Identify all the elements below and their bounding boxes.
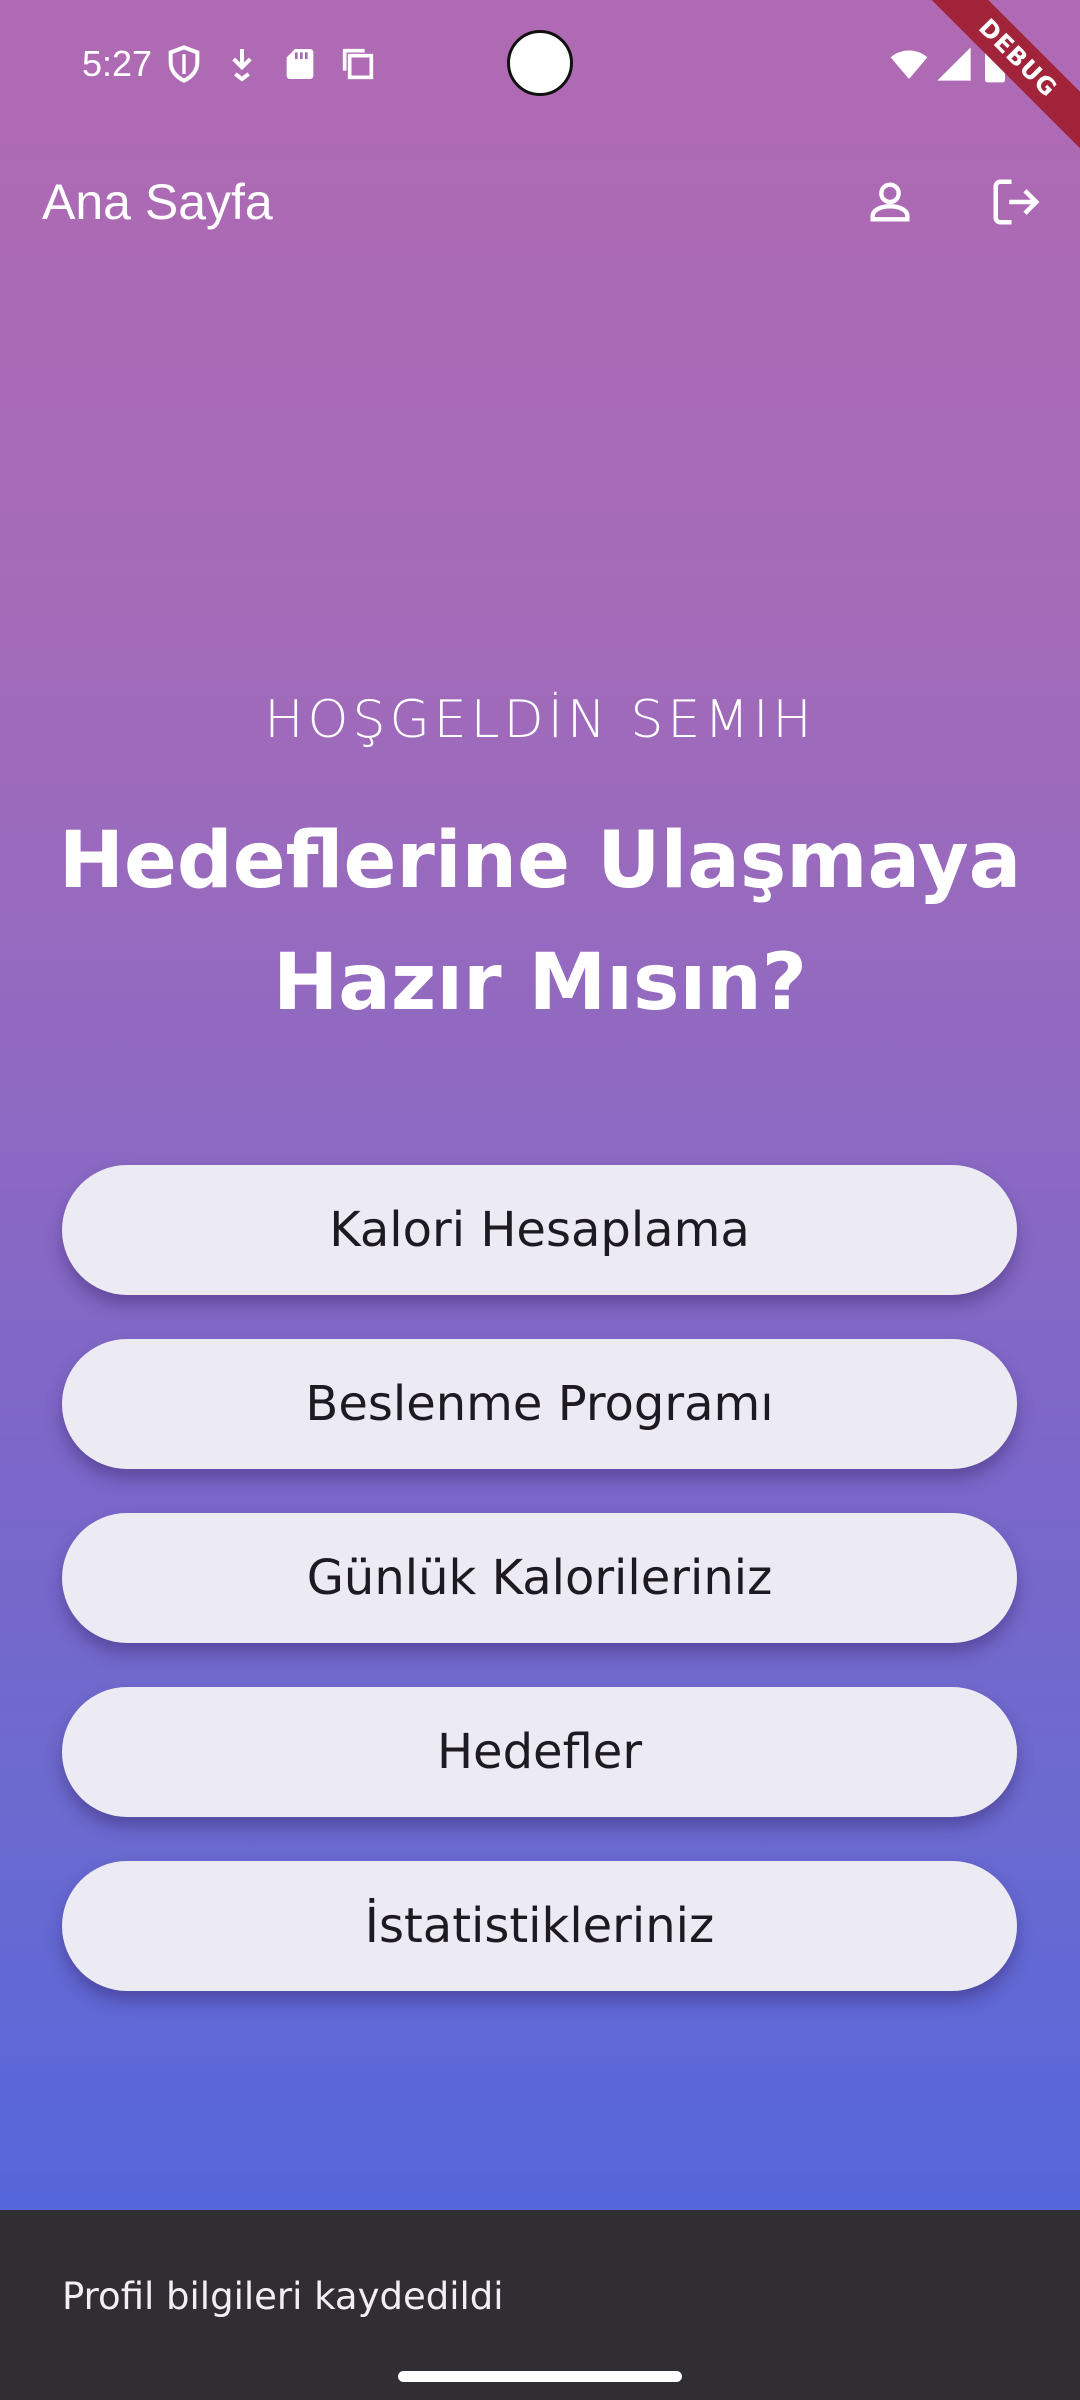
signal-icon xyxy=(934,44,974,84)
main-menu: Kalori Hesaplama Beslenme Programı Günlü… xyxy=(62,1165,1017,2035)
profile-button[interactable] xyxy=(850,164,930,244)
page-title: Ana Sayfa xyxy=(42,174,273,230)
welcome-text: HOŞGELDİN SEMIH xyxy=(264,690,816,750)
profile-icon xyxy=(864,176,916,232)
nutrition-program-button[interactable]: Beslenme Programı xyxy=(62,1339,1017,1469)
goals-button[interactable]: Hedefler xyxy=(62,1687,1017,1817)
headline: Hedeflerine Ulaşmaya Hazır Mısın? xyxy=(58,816,1022,1028)
status-bar: 5:27 xyxy=(0,0,1080,128)
calorie-calculation-button[interactable]: Kalori Hesaplama xyxy=(62,1165,1017,1295)
copy-icon xyxy=(338,44,378,84)
snackbar-message: Profil bilgileri kaydedildi xyxy=(62,2275,504,2318)
statistics-button[interactable]: İstatistikleriniz xyxy=(62,1861,1017,1991)
camera-cutout xyxy=(507,30,573,96)
download-icon xyxy=(222,44,262,84)
shield-icon xyxy=(164,44,204,84)
status-time: 5:27 xyxy=(82,43,153,84)
logout-button[interactable] xyxy=(976,164,1056,244)
home-screen: 5:27 DEBUG Ana Sayfa HOŞGELDİN SEMIH Hed… xyxy=(0,0,1080,2400)
daily-calories-button[interactable]: Günlük Kalorileriniz xyxy=(62,1513,1017,1643)
wifi-icon xyxy=(888,44,928,84)
app-bar: Ana Sayfa xyxy=(0,128,1080,278)
logout-icon xyxy=(989,175,1043,233)
sd-card-icon xyxy=(280,44,320,84)
home-indicator[interactable] xyxy=(398,2371,682,2382)
